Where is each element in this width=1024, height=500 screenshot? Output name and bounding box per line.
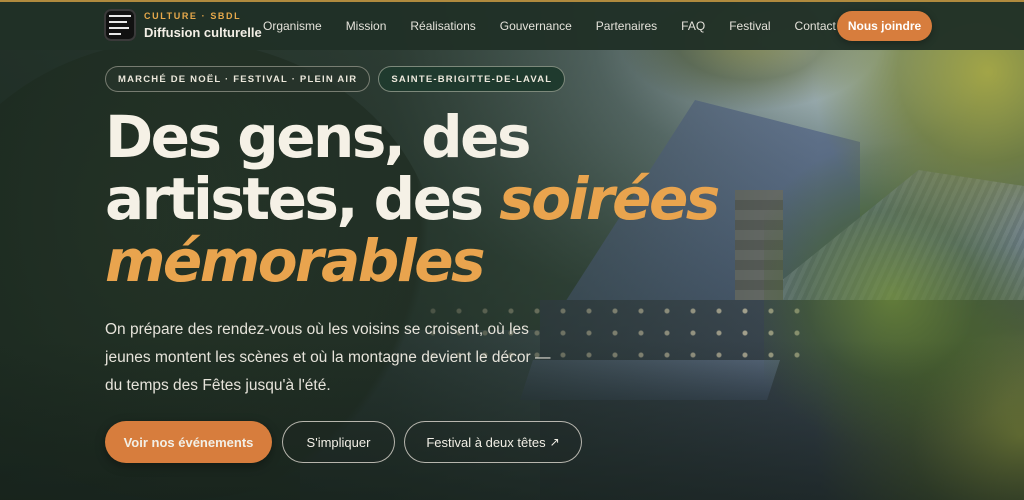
see-events-button[interactable]: Voir nos événements	[105, 421, 272, 463]
headline-line-1: Des gens, des	[105, 103, 531, 171]
tag-location: SAINTE-BRIGITTE-DE-LAVAL	[378, 66, 566, 92]
headline-accent-1: soirées	[499, 165, 720, 233]
hero-lede: On prépare des rendez-vous où les voisin…	[105, 321, 551, 394]
nav-item-realisations[interactable]: Réalisations	[410, 19, 475, 33]
festival-link-button[interactable]: Festival à deux têtes ↗	[404, 421, 582, 463]
top-navigation-bar: CULTURE · SBDL Diffusion culturelle Orga…	[0, 0, 1024, 50]
nav-item-festival[interactable]: Festival	[729, 19, 770, 33]
nav-item-faq[interactable]: FAQ	[681, 19, 705, 33]
festival-link-label: Festival à deux têtes	[426, 434, 546, 450]
brand-title: Diffusion culturelle	[144, 24, 262, 40]
brand-kicker: CULTURE · SBDL	[144, 10, 242, 21]
arrow-up-right-icon: ↗	[549, 435, 560, 449]
brand-text: CULTURE · SBDL Diffusion culturelle	[144, 10, 262, 40]
nav-item-gouvernance[interactable]: Gouvernance	[500, 19, 572, 33]
get-involved-button[interactable]: S'impliquer	[282, 421, 395, 463]
nav-item-organisme[interactable]: Organisme	[263, 19, 322, 33]
nav-item-contact[interactable]: Contact	[795, 19, 836, 33]
headline-accent-2: mémorables	[105, 227, 486, 295]
main-nav: Organisme Mission Réalisations Gouvernan…	[263, 2, 860, 50]
hero-headline: Des gens, des artistes, des soirées mémo…	[105, 106, 725, 292]
contact-cta-button[interactable]: Nous joindre	[837, 11, 932, 41]
brand-logo-icon	[104, 9, 136, 41]
nav-item-partenaires[interactable]: Partenaires	[596, 19, 657, 33]
brand-home-link[interactable]: CULTURE · SBDL Diffusion culturelle	[104, 9, 262, 41]
tag-event-types: MARCHÉ DE NOËL · FESTIVAL · PLEIN AIR	[105, 66, 371, 92]
headline-line-2: artistes, des	[105, 165, 500, 233]
nav-item-mission[interactable]: Mission	[346, 19, 387, 33]
hero-tags: MARCHÉ DE NOËL · FESTIVAL · PLEIN AIR SA…	[105, 66, 566, 92]
